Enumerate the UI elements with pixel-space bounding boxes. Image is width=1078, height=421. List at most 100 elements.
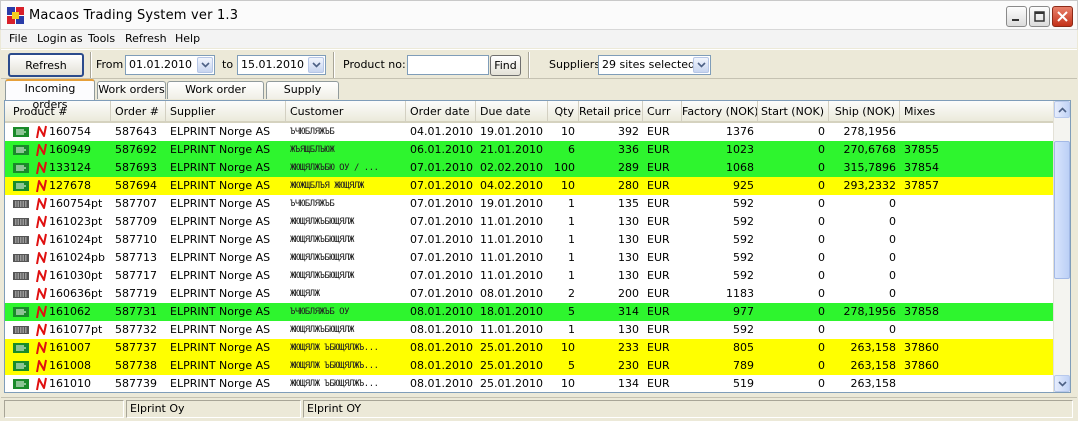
cell-mixes (900, 213, 980, 231)
column-header-curr[interactable]: Curr (643, 101, 682, 122)
tab-work-orders[interactable]: Work orders (97, 81, 166, 99)
find-button[interactable]: Find (490, 55, 521, 76)
column-header-factory[interactable]: Factory (NOK) (682, 101, 758, 122)
cell-mixes: 37858 (904, 305, 939, 318)
table-row[interactable]: 161030pt 587717 ELPRINT Norge AS ЖЮЩЯЛЖЪБЮЩ… (5, 267, 1054, 285)
table-row[interactable]: 161062 587731 ELPRINT Norge AS ЪЧЮБЛЯЖЪБ ОУ… (5, 303, 1054, 321)
to-date-picker[interactable]: 15.01.2010 (237, 55, 326, 75)
cell-retail-price: 130 (618, 215, 639, 228)
table-row[interactable]: 161010 587739 ELPRINT Norge AS ЖЮЩЯЛЖ ЪБЮЩЯ… (5, 375, 1054, 392)
cell-supplier: ELPRINT Norge AS (170, 305, 271, 318)
cell-qty: 100 (554, 161, 575, 174)
cell-qty: 1 (568, 251, 575, 264)
title-bar: Macaos Trading System ver 1.3 (0, 0, 1078, 30)
suppliers-select[interactable]: 29 sites selected (598, 55, 711, 75)
menu-tools[interactable]: Tools (88, 32, 115, 45)
menu-refresh[interactable]: Refresh (125, 32, 167, 45)
cell-due-date: 19.01.2010 (480, 125, 543, 138)
cell-product: 133124 (49, 161, 91, 174)
orders-grid[interactable]: Product # Order # Supplier Customer Orde… (4, 100, 1071, 393)
toolbar-separator (528, 52, 530, 78)
cell-start: 0 (818, 197, 825, 210)
cell-due-date: 25.01.2010 (480, 341, 543, 354)
column-header-mixes[interactable]: Mixes (900, 101, 1054, 122)
status-panel-1 (4, 400, 124, 418)
cell-retail-price: 130 (618, 251, 639, 264)
cell-product: 161007 (49, 341, 91, 354)
cell-ship: 263,158 (850, 359, 897, 372)
table-row[interactable]: 161024pb 587713 ELPRINT Norge AS ЖЮЩЯЛЖЪБЮЩ… (5, 249, 1054, 267)
cell-ship: 270,6768 (843, 143, 897, 156)
scroll-thumb[interactable] (1054, 141, 1070, 279)
cell-curr: EUR (647, 341, 670, 354)
cell-mixes (900, 285, 980, 303)
cell-start: 0 (818, 269, 825, 282)
scroll-up-button[interactable] (1054, 101, 1070, 118)
tab-work-order-status[interactable]: Work order status (167, 81, 264, 112)
to-date-dropdown[interactable] (308, 57, 324, 73)
scroll-down-button[interactable] (1054, 375, 1070, 392)
cell-customer: ЖЮЖЩБЛЪЯ ЖЮЩЯЛЖ (290, 181, 364, 191)
close-button[interactable] (1052, 6, 1073, 27)
truck-icon (13, 145, 29, 155)
column-header-supplier[interactable]: Supplier (166, 101, 286, 122)
menu-file[interactable]: File (9, 32, 27, 45)
table-row[interactable]: 160949 587692 ELPRINT Norge AS ЖЪЯЩБЛЪЮЖ 06.… (5, 141, 1054, 159)
cell-mixes: 37855 (904, 143, 939, 156)
cell-order-date: 07.01.2010 (410, 215, 473, 228)
column-header-due-date[interactable]: Due date (476, 101, 548, 122)
cell-supplier: ELPRINT Norge AS (170, 161, 271, 174)
column-header-ship[interactable]: Ship (NOK) (829, 101, 900, 122)
product-no-input[interactable] (407, 55, 489, 75)
column-header-retail-price[interactable]: Retail price (579, 101, 643, 122)
menu-login-as[interactable]: Login as (37, 32, 83, 45)
cell-order: 587707 (115, 197, 157, 210)
cell-order: 587693 (115, 161, 157, 174)
minimize-button[interactable] (1006, 6, 1027, 27)
cell-order: 587709 (115, 215, 157, 228)
tab-supply-chains[interactable]: Supply chains (266, 81, 339, 112)
cell-supplier: ELPRINT Norge AS (170, 197, 271, 210)
cell-ship: 0 (889, 269, 896, 282)
table-row[interactable]: 160754pt 587707 ELPRINT Norge AS ЪЧЮБЛЯЖЪБ 0… (5, 195, 1054, 213)
suppliers-dropdown[interactable] (693, 57, 709, 73)
menu-help[interactable]: Help (175, 32, 200, 45)
table-row[interactable]: 133124 587693 ELPRINT Norge AS ЖЮЩЯЛЖЪБЮ ОУ… (5, 159, 1054, 177)
tab-strip: Incoming orders Work orders Work order s… (4, 79, 1074, 112)
tab-incoming-orders[interactable]: Incoming orders (5, 79, 95, 111)
table-row[interactable]: 160636pt 587719 ELPRINT Norge AS ЖЮЩЯЛЖ 07.0… (5, 285, 1054, 303)
column-header-customer[interactable]: Customer (286, 101, 406, 122)
column-header-start[interactable]: Start (NOK) (758, 101, 829, 122)
table-row[interactable]: 160754 587643 ELPRINT Norge AS ЪЧЮБЛЯЖЪБ 04.… (5, 123, 1054, 141)
table-row[interactable]: 161023pt 587709 ELPRINT Norge AS ЖЮЩЯЛЖЪБЮЩ… (5, 213, 1054, 231)
column-header-order-date[interactable]: Order date (406, 101, 476, 122)
cell-order: 587731 (115, 305, 157, 318)
cell-customer: ЖЪЯЩБЛЪЮЖ (290, 145, 335, 155)
cell-product: 160754pt (49, 197, 103, 210)
keyboard-icon (13, 272, 29, 280)
from-date-dropdown[interactable] (197, 57, 213, 73)
vertical-scrollbar[interactable] (1053, 101, 1070, 392)
table-row[interactable]: 161024pt 587710 ELPRINT Norge AS ЖЮЩЯЛЖЪБЮЩ… (5, 231, 1054, 249)
maximize-button[interactable] (1029, 6, 1050, 27)
table-row[interactable]: 161077pt 587732 ELPRINT Norge AS ЖЮЩЯЛЖЪБЮЩ… (5, 321, 1054, 339)
from-date-picker[interactable]: 01.01.2010 (125, 55, 215, 75)
table-row[interactable]: 161007 587737 ELPRINT Norge AS ЖЮЩЯЛЖ ЪБЮЩЯ… (5, 339, 1054, 357)
status-panel-2: Elprint Oy (126, 400, 301, 418)
table-row[interactable]: 161008 587738 ELPRINT Norge AS ЖЮЩЯЛЖ ЪБЮЩЯ… (5, 357, 1054, 375)
column-header-qty[interactable]: Qty (548, 101, 579, 122)
cell-product: 161062 (49, 305, 91, 318)
cell-curr: EUR (647, 143, 670, 156)
cell-product: 161030pt (49, 269, 103, 282)
refresh-button[interactable]: Refresh (8, 53, 84, 77)
cell-order-date: 07.01.2010 (410, 179, 473, 192)
cell-qty: 1 (568, 197, 575, 210)
column-header-order[interactable]: Order # (111, 101, 166, 122)
cell-retail-price: 392 (618, 125, 639, 138)
table-row[interactable]: 127678 587694 ELPRINT Norge AS ЖЮЖЩБЛЪЯ ЖЮЩ… (5, 177, 1054, 195)
cell-customer: ЖЮЩЯЛЖ (290, 289, 320, 299)
cell-retail-price: 289 (618, 161, 639, 174)
cell-mixes: 37857 (904, 179, 939, 192)
cell-factory: 592 (733, 323, 754, 336)
cell-curr: EUR (647, 323, 670, 336)
